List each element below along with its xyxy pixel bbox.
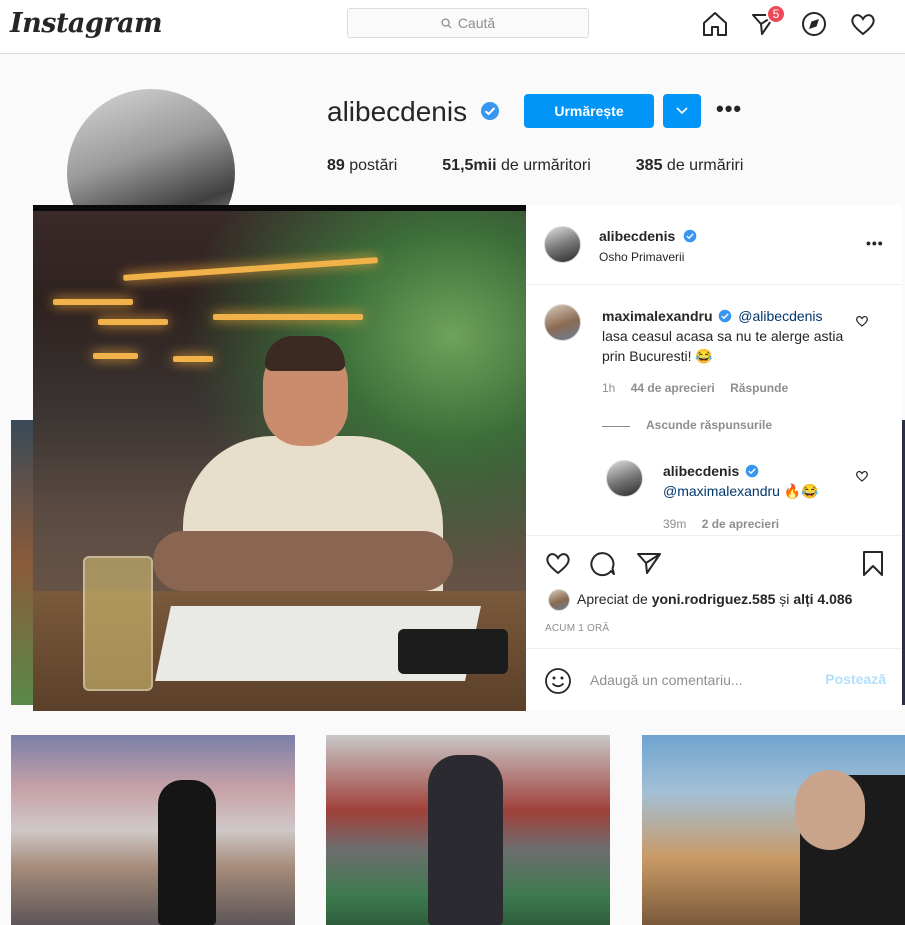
- reply-comment: alibecdenis @maximalexandru 🔥😂: [663, 461, 853, 501]
- comment-likes[interactable]: 44 de aprecieri: [631, 381, 715, 395]
- grid-thumbnail[interactable]: [11, 735, 295, 925]
- chevron-down-icon: [676, 107, 688, 115]
- instagram-logo[interactable]: Instagram: [10, 8, 163, 39]
- follow-button[interactable]: Urmărește: [524, 94, 654, 128]
- verified-badge-icon: [719, 309, 732, 323]
- like-comment-heart-icon[interactable]: [855, 314, 869, 328]
- comment-meta: 1h 44 de aprecieri Răspunde: [602, 381, 788, 395]
- search-icon: [441, 17, 452, 29]
- comment-username[interactable]: maximalexandru: [602, 308, 713, 324]
- hide-replies-button[interactable]: Ascunde răspunsurile: [646, 418, 772, 432]
- profile-stats: 89 postări 51,5mii de urmăritori 385 de …: [327, 157, 743, 175]
- activity-heart-icon[interactable]: [849, 10, 877, 38]
- top-navigation: Instagram Caută 5: [0, 0, 905, 54]
- reply-username[interactable]: alibecdenis: [663, 463, 739, 479]
- search-placeholder: Caută: [457, 15, 496, 31]
- comment-text: lasa ceasul acasa sa nu te alerge astia …: [602, 328, 844, 364]
- verified-badge-icon: [745, 464, 759, 478]
- comment-input[interactable]: Adaugă un comentariu...: [590, 672, 743, 688]
- verified-badge-icon: [683, 229, 697, 243]
- comment-bubble-icon[interactable]: [589, 549, 617, 577]
- posts-stat: 89 postări: [327, 157, 398, 174]
- reply-button[interactable]: Răspunde: [730, 381, 788, 395]
- emoji-smiley-icon[interactable]: [544, 667, 572, 695]
- like-reply-heart-icon[interactable]: [855, 469, 869, 483]
- post-options-button[interactable]: •••: [866, 235, 884, 251]
- verified-badge-icon: [481, 102, 499, 120]
- comment-time[interactable]: 1h: [602, 381, 615, 395]
- post-photo[interactable]: [33, 205, 526, 711]
- save-bookmark-icon[interactable]: [859, 549, 887, 577]
- add-comment-bar: Adaugă un comentariu... Postează: [526, 648, 902, 711]
- reply-time[interactable]: 39m: [663, 517, 686, 531]
- thumbnail-figure: [428, 755, 503, 925]
- grid-thumbnail[interactable]: [11, 420, 33, 705]
- comment-mention[interactable]: @alibecdenis: [738, 308, 822, 324]
- owner-avatar[interactable]: [544, 226, 581, 263]
- suggested-dropdown-button[interactable]: [663, 94, 701, 128]
- thumbnail-figure: [158, 780, 216, 925]
- post-location[interactable]: Osho Primaverii: [599, 250, 684, 264]
- share-paper-plane-icon[interactable]: [635, 549, 663, 577]
- post-header: alibecdenis Osho Primaverii •••: [526, 205, 902, 285]
- thumbnail-figure: [795, 770, 865, 850]
- explore-icon[interactable]: [800, 10, 828, 38]
- comment: maximalexandru @alibecdenis lasa ceasul …: [602, 306, 847, 366]
- liked-by-others[interactable]: alți 4.086: [793, 591, 852, 607]
- liked-by-user[interactable]: yoni.rodriguez.585: [652, 591, 776, 607]
- notifications-badge: 5: [766, 4, 786, 24]
- profile-username: alibecdenis: [327, 96, 468, 127]
- divider: [526, 535, 902, 536]
- post-comment-button[interactable]: Postează: [825, 671, 886, 687]
- followers-stat[interactable]: 51,5mii de urmăritori: [442, 157, 591, 175]
- hide-replies-line: [602, 426, 630, 427]
- reply-likes[interactable]: 2 de aprecieri: [702, 517, 779, 531]
- commenter-avatar[interactable]: [544, 304, 581, 341]
- reply-mention[interactable]: @maximalexandru: [663, 483, 780, 499]
- photo-scene: [33, 211, 526, 711]
- like-heart-icon[interactable]: [544, 549, 572, 577]
- post-side-panel: alibecdenis Osho Primaverii ••• maximale…: [526, 205, 902, 711]
- post-owner-username[interactable]: alibecdenis: [599, 228, 675, 244]
- reply-emoji: 🔥😂: [783, 483, 819, 499]
- post-timestamp[interactable]: ACUM 1 ORĂ: [545, 623, 609, 634]
- search-box[interactable]: Caută: [347, 8, 589, 38]
- reply-meta: 39m 2 de aprecieri: [663, 517, 779, 531]
- liker-avatar[interactable]: [548, 589, 570, 611]
- home-icon[interactable]: [701, 10, 729, 38]
- liked-by: Apreciat de yoni.rodriguez.585 și alți 4…: [577, 591, 853, 607]
- reply-avatar[interactable]: [606, 460, 643, 497]
- following-stat[interactable]: 385 de urmăriri: [636, 157, 744, 175]
- profile-options-button[interactable]: •••: [716, 96, 742, 122]
